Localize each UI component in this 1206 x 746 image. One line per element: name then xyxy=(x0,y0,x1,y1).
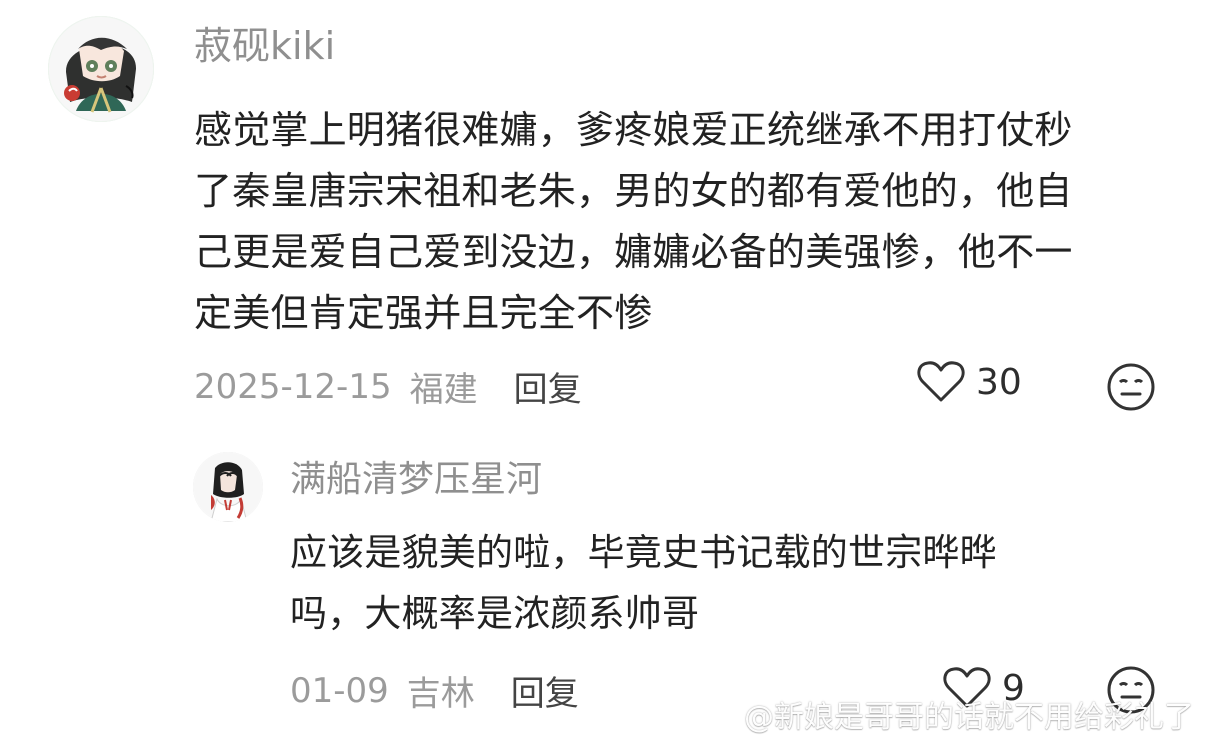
reply-text: 应该是貌美的啦，毕竟史书记载的世宗晔晔 吗，大概率是浓颜系帅哥 xyxy=(290,522,1080,644)
reply-date: 01-09 xyxy=(290,670,389,711)
reply-location: 吉林 xyxy=(406,674,475,714)
ink-style-avatar-icon[interactable] xyxy=(193,452,263,522)
comment-text: 感觉掌上明猪很难嫞，爹疼娘爱正统继承不用打仗秒 了秦皇唐宗宋祖和老朱，男的女的都… xyxy=(194,100,1154,344)
weibo-watermark: @新娘是哥哥的话就不用给彩礼了 xyxy=(702,692,1194,736)
main-comment: 菽砚kiki 感觉掌上明猪很难嫞，爹疼娘爱正统继承不用打仗秒 了秦皇唐宗宋祖和老… xyxy=(0,0,1206,430)
comment-line-2: 了秦皇唐宗宋祖和老朱，男的女的都有爱他的，他自 xyxy=(194,169,1073,213)
comment-line-3: 己更是爱自己爱到没边，嫞嫞必备的美强惨，他不一 xyxy=(194,230,1073,274)
like-count: 30 xyxy=(976,361,1022,403)
anime-avatar-icon[interactable] xyxy=(48,16,154,122)
reply-line-1: 应该是貌美的啦，毕竟史书记载的世宗晔晔 xyxy=(290,531,997,574)
heart-icon[interactable] xyxy=(916,360,966,404)
reply-button[interactable]: 回复 xyxy=(511,666,579,715)
comment-line-4: 定美但肯定强并且完全不惨 xyxy=(194,291,653,335)
reply-meta: 01-09 吉林 回复 xyxy=(290,666,579,715)
weibo-icon xyxy=(702,696,737,732)
reply-line-2: 吗，大概率是浓颜系帅哥 xyxy=(290,592,700,635)
reply-button[interactable]: 回复 xyxy=(514,362,582,411)
comment-date: 2025-12-15 xyxy=(194,366,392,407)
like-button[interactable]: 30 xyxy=(916,360,1022,404)
comment-location: 福建 xyxy=(409,370,478,410)
comment-meta: 2025-12-15 福建 回复 xyxy=(194,362,582,411)
reply-username[interactable]: 满船清梦压星河 xyxy=(290,460,542,500)
face-icon[interactable] xyxy=(1106,362,1156,412)
comment-line-1: 感觉掌上明猪很难嫞，爹疼娘爱正统继承不用打仗秒 xyxy=(194,108,1073,152)
watermark-text: @新娘是哥哥的话就不用给彩礼了 xyxy=(744,700,1194,735)
comment-username[interactable]: 菽砚kiki xyxy=(194,25,335,68)
